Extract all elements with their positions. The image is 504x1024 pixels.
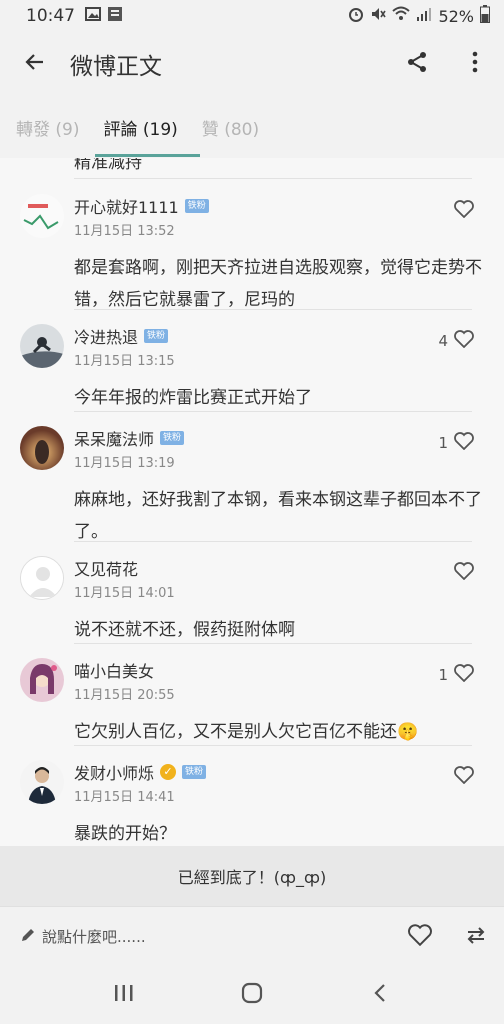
heart-icon xyxy=(454,766,474,788)
more-vert-icon xyxy=(471,51,479,77)
repost-button[interactable] xyxy=(448,907,504,967)
comment-time: 11月15日 13:52 xyxy=(74,224,175,239)
comment-text: 今年年报的炸雷比赛正式开始了 xyxy=(74,388,312,408)
more-button[interactable] xyxy=(446,32,504,96)
battery-icon xyxy=(480,5,490,27)
author-name: 又见荷花 xyxy=(74,560,139,579)
comment-author[interactable]: 冷进热退 铁粉 xyxy=(74,324,169,348)
comment-author[interactable]: 又见荷花 xyxy=(74,556,138,580)
recents-button[interactable] xyxy=(94,970,154,1020)
comment-input[interactable]: 說點什麼吧...... xyxy=(42,926,392,947)
comment-text: 暴跌的开始？ xyxy=(74,824,176,844)
heart-icon xyxy=(407,923,433,950)
comment-author[interactable]: 开心就好1111 铁粉 xyxy=(74,194,209,218)
share-button[interactable] xyxy=(388,32,446,96)
status-bar: 10:47 52% xyxy=(0,0,504,32)
avatar[interactable] xyxy=(20,760,64,804)
comment-item[interactable]: 呆呆魔法师 铁粉 11月15日 13:19 1 麻麻地，还好我割了本钢，看来本钢… xyxy=(0,412,504,542)
author-name: 开心就好1111 xyxy=(74,198,179,217)
like-post-button[interactable] xyxy=(392,907,448,967)
like-count: 4 xyxy=(438,332,448,350)
tab-bar: 轉發 (9) 評論 (19) 贊 (80) xyxy=(0,96,504,158)
divider xyxy=(74,178,472,179)
home-button[interactable] xyxy=(222,970,282,1020)
comment-time: 11月15日 13:15 xyxy=(74,354,175,369)
fan-badge: 铁粉 xyxy=(184,199,209,213)
comment-time: 11月15日 14:41 xyxy=(74,790,175,805)
comment-item[interactable]: 冷进热退 铁粉 11月15日 13:15 4 今年年报的炸雷比赛正式开始了 xyxy=(0,310,504,412)
gallery-icon xyxy=(85,6,101,26)
heart-icon xyxy=(454,200,474,222)
signal-icon xyxy=(416,6,432,26)
end-of-list-notice: 已經到底了！(ȹ_ȹ) xyxy=(0,846,504,906)
comment-author[interactable]: 发财小师烁 ✓ 铁粉 xyxy=(74,760,207,784)
like-button[interactable]: 1 xyxy=(438,664,474,686)
fan-badge: 铁粉 xyxy=(144,329,169,343)
tab-comments[interactable]: 評論 (19) xyxy=(95,96,201,158)
comment-text: 麻麻地，还好我割了本钢，看来本钢这辈子都回本不了了。 xyxy=(74,490,482,542)
comment-item[interactable]: 发财小师烁 ✓ 铁粉 11月15日 14:41 暴跌的开始？ xyxy=(0,746,504,846)
heart-icon xyxy=(454,562,474,584)
comment-author[interactable]: 喵小白美女 xyxy=(74,658,154,682)
heart-icon xyxy=(454,330,474,352)
app-bar: 微博正文 xyxy=(0,32,504,96)
comment-text: 它欠别人百亿，又不是别人欠它百亿不能还🤫 xyxy=(74,722,419,742)
back-button[interactable] xyxy=(0,32,70,96)
mute-icon xyxy=(370,6,387,26)
avatar[interactable] xyxy=(20,426,64,470)
fan-badge: 铁粉 xyxy=(182,765,207,779)
like-button[interactable]: 4 xyxy=(438,330,474,352)
comment-item[interactable]: 又见荷花 11月15日 14:01 说不还就不还，假药挺附体啊 xyxy=(0,542,504,644)
app-notification-icon xyxy=(107,6,123,27)
back-nav-button[interactable] xyxy=(350,970,410,1020)
author-name: 呆呆魔法师 xyxy=(74,430,155,449)
comment-item[interactable]: 喵小白美女 11月15日 20:55 1 它欠别人百亿，又不是别人欠它百亿不能还… xyxy=(0,644,504,746)
comment-time: 11月15日 14:01 xyxy=(74,586,175,601)
like-count: 1 xyxy=(438,666,448,684)
alarm-icon xyxy=(348,6,364,26)
comment-time: 11月15日 20:55 xyxy=(74,688,175,703)
recents-icon xyxy=(113,983,135,1007)
chevron-left-icon xyxy=(373,982,387,1008)
home-icon xyxy=(241,982,263,1008)
comment-list[interactable]: 精准减持 开心就好1111 铁粉 11月15日 13:52 都是套路啊，刚把天齐… xyxy=(0,158,504,846)
tab-likes[interactable]: 贊 (80) xyxy=(194,96,267,158)
author-name: 发财小师烁 xyxy=(74,764,155,783)
compose-bar: 說點什麼吧...... xyxy=(0,906,504,966)
comment-author[interactable]: 呆呆魔法师 铁粉 xyxy=(74,426,185,450)
like-button[interactable] xyxy=(448,562,474,584)
repost-icon xyxy=(464,923,488,951)
comment-item[interactable]: 开心就好1111 铁粉 11月15日 13:52 都是套路啊，刚把天齐拉进自选股… xyxy=(0,180,504,310)
page-title: 微博正文 xyxy=(70,54,162,80)
back-arrow-icon xyxy=(23,50,47,78)
tab-reposts[interactable]: 轉發 (9) xyxy=(8,96,87,158)
like-button[interactable] xyxy=(448,200,474,222)
fan-badge: 铁粉 xyxy=(160,431,185,445)
verified-icon: ✓ xyxy=(160,764,177,780)
wifi-icon xyxy=(392,6,411,26)
like-button[interactable] xyxy=(448,766,474,788)
avatar[interactable] xyxy=(20,658,64,702)
comment-text: 说不还就不还，假药挺附体啊 xyxy=(74,620,295,640)
avatar[interactable] xyxy=(20,556,64,600)
system-nav-bar xyxy=(0,966,504,1024)
like-count: 1 xyxy=(438,434,448,452)
heart-icon xyxy=(454,664,474,686)
comment-time: 11月15日 13:19 xyxy=(74,456,175,471)
author-name: 冷进热退 xyxy=(74,328,139,347)
battery-percent: 52% xyxy=(438,6,474,26)
truncated-comment-text: 精准减持 xyxy=(74,158,142,173)
pencil-icon xyxy=(20,927,36,947)
status-time: 10:47 xyxy=(26,6,75,26)
avatar[interactable] xyxy=(20,194,64,238)
like-button[interactable]: 1 xyxy=(438,432,474,454)
heart-icon xyxy=(454,432,474,454)
comment-text: 都是套路啊，刚把天齐拉进自选股观察，觉得它走势不错，然后它就暴雷了，尼玛的 xyxy=(74,258,482,310)
author-name: 喵小白美女 xyxy=(74,662,155,681)
avatar[interactable] xyxy=(20,324,64,368)
share-icon xyxy=(405,50,429,78)
